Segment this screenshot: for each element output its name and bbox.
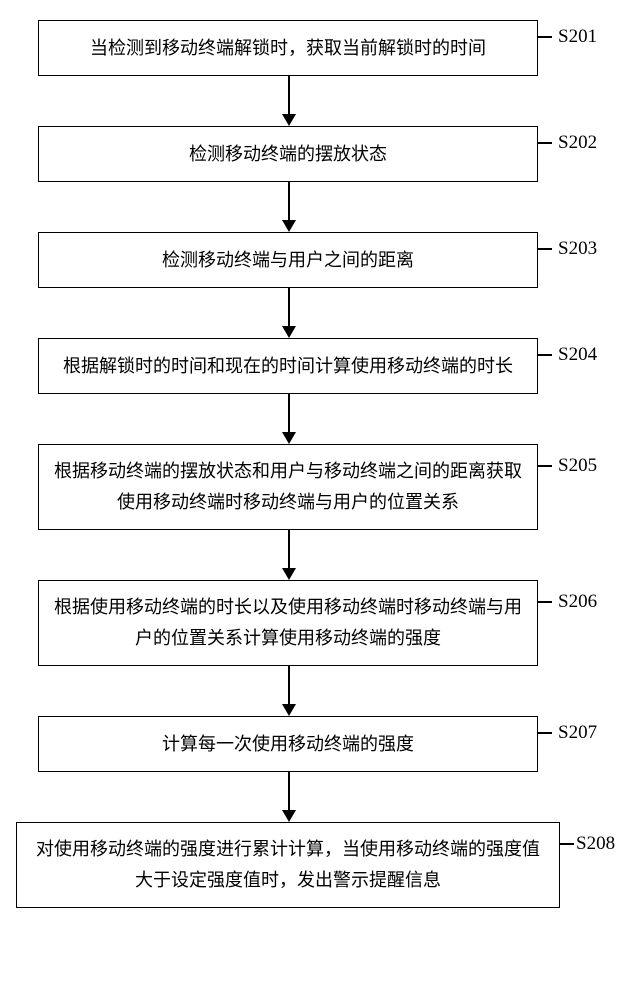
step-text: 检测移动终端的摆放状态 — [189, 139, 387, 170]
arrowhead-icon — [282, 220, 296, 232]
label-tick — [538, 732, 552, 734]
arrowhead-icon — [282, 810, 296, 822]
connector — [288, 666, 290, 704]
arrowhead-icon — [282, 704, 296, 716]
flow-step-s205: 根据移动终端的摆放状态和用户与移动终端之间的距离获取使用移动终端时移动终端与用户… — [38, 444, 538, 530]
label-tick — [538, 142, 552, 144]
connector — [288, 182, 290, 220]
label-tick — [538, 465, 552, 467]
step-label-s203: S203 — [558, 238, 597, 260]
label-tick — [560, 843, 574, 845]
step-label-s208: S208 — [576, 833, 615, 855]
flowchart-container: 当检测到移动终端解锁时，获取当前解锁时的时间 S201 检测移动终端的摆放状态 … — [0, 0, 622, 1000]
flow-step-s207: 计算每一次使用移动终端的强度 — [38, 716, 538, 772]
step-label-s201: S201 — [558, 26, 597, 48]
step-label-s202: S202 — [558, 132, 597, 154]
step-label-s205: S205 — [558, 455, 597, 477]
arrowhead-icon — [282, 114, 296, 126]
connector — [288, 288, 290, 326]
step-text: 检测移动终端与用户之间的距离 — [162, 245, 414, 276]
step-text: 当检测到移动终端解锁时，获取当前解锁时的时间 — [90, 33, 486, 64]
arrowhead-icon — [282, 432, 296, 444]
flow-step-s203: 检测移动终端与用户之间的距离 — [38, 232, 538, 288]
label-tick — [538, 36, 552, 38]
arrowhead-icon — [282, 568, 296, 580]
label-tick — [538, 248, 552, 250]
connector — [288, 772, 290, 810]
step-text: 根据解锁时的时间和现在的时间计算使用移动终端的时长 — [63, 351, 513, 382]
flow-step-s202: 检测移动终端的摆放状态 — [38, 126, 538, 182]
step-text: 根据使用移动终端的时长以及使用移动终端时移动终端与用户的位置关系计算使用移动终端… — [53, 592, 523, 653]
label-tick — [538, 354, 552, 356]
connector — [288, 530, 290, 568]
step-label-s207: S207 — [558, 722, 597, 744]
connector — [288, 394, 290, 432]
flow-step-s201: 当检测到移动终端解锁时，获取当前解锁时的时间 — [38, 20, 538, 76]
step-text: 根据移动终端的摆放状态和用户与移动终端之间的距离获取使用移动终端时移动终端与用户… — [53, 456, 523, 517]
step-label-s206: S206 — [558, 591, 597, 613]
step-label-s204: S204 — [558, 344, 597, 366]
label-tick — [538, 601, 552, 603]
step-text: 计算每一次使用移动终端的强度 — [162, 729, 414, 760]
flow-step-s206: 根据使用移动终端的时长以及使用移动终端时移动终端与用户的位置关系计算使用移动终端… — [38, 580, 538, 666]
step-text: 对使用移动终端的强度进行累计计算，当使用移动终端的强度值大于设定强度值时，发出警… — [31, 834, 545, 895]
flow-step-s208: 对使用移动终端的强度进行累计计算，当使用移动终端的强度值大于设定强度值时，发出警… — [16, 822, 560, 908]
connector — [288, 76, 290, 114]
arrowhead-icon — [282, 326, 296, 338]
flow-step-s204: 根据解锁时的时间和现在的时间计算使用移动终端的时长 — [38, 338, 538, 394]
